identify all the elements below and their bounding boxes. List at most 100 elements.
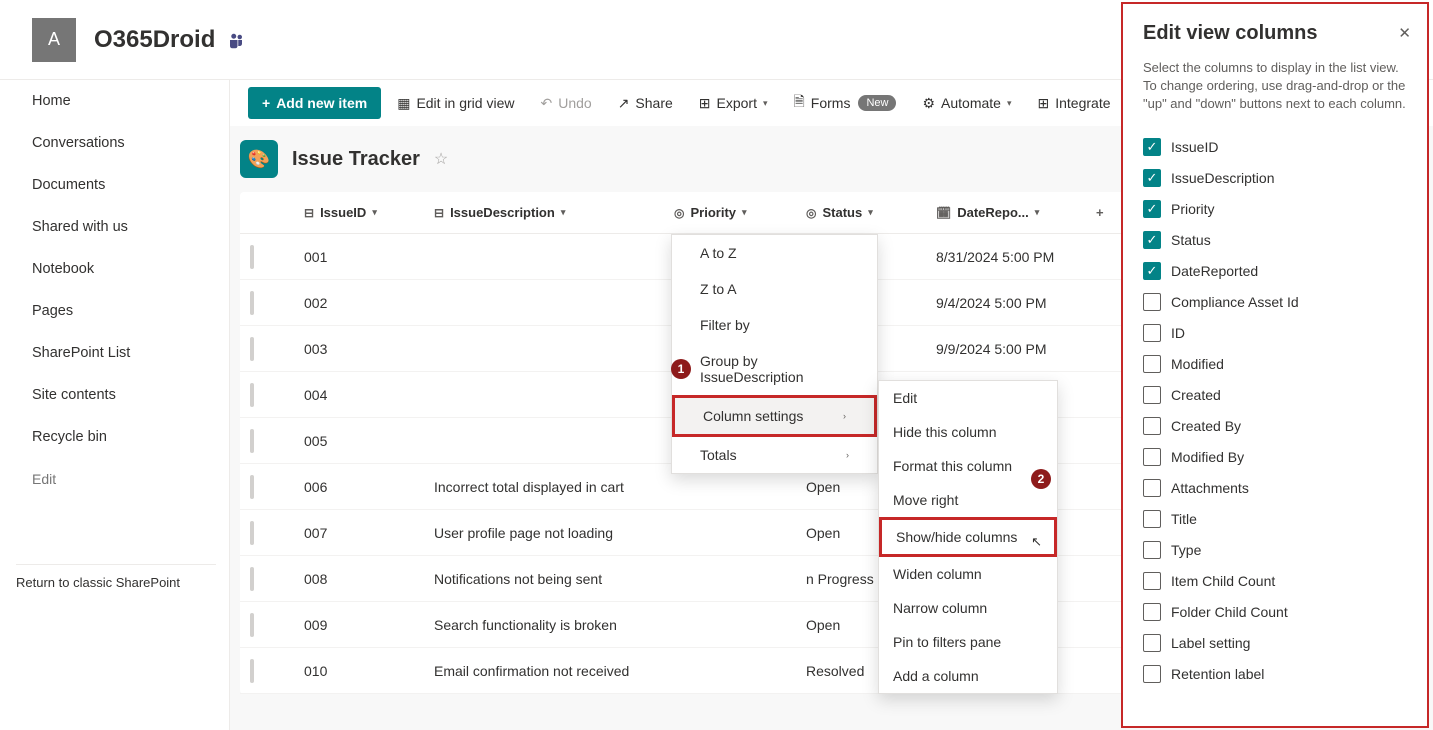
cell-description: Notifications not being sent [424, 571, 664, 587]
column-option-retention-label[interactable]: Retention label [1143, 659, 1407, 690]
nav-item-site-contents[interactable]: Site contents [0, 374, 229, 416]
plus-icon: + [262, 95, 270, 111]
checkbox-icon[interactable]: ✓ [1143, 231, 1161, 249]
share-icon: ↗ [618, 95, 630, 112]
column-settings[interactable]: Column settings › [672, 395, 877, 437]
cell-issueid: 007 [294, 525, 424, 541]
row-handle[interactable] [250, 245, 254, 269]
nav-item-notebook[interactable]: Notebook [0, 248, 229, 290]
totals[interactable]: Totals › [672, 437, 877, 473]
edit-grid-button[interactable]: ▦ Edit in grid view [387, 89, 524, 118]
checkbox-icon[interactable] [1143, 541, 1161, 559]
column-option-type[interactable]: Type [1143, 535, 1407, 566]
column-header-issueid[interactable]: ⊟ IssueID ▾ [294, 205, 424, 220]
add-column-button[interactable]: + [1086, 205, 1126, 220]
return-classic-link[interactable]: Return to classic SharePoint [16, 564, 216, 590]
submenu-add-column[interactable]: Add a column [879, 659, 1057, 693]
row-handle[interactable] [250, 567, 254, 591]
column-option-modified[interactable]: Modified [1143, 349, 1407, 380]
column-option-folder-child-count[interactable]: Folder Child Count [1143, 597, 1407, 628]
column-option-label: Attachments [1171, 480, 1249, 496]
checkbox-icon[interactable] [1143, 572, 1161, 590]
add-new-item-button[interactable]: + Add new item [248, 87, 381, 119]
share-button[interactable]: ↗ Share [608, 89, 683, 118]
nav-item-documents[interactable]: Documents [0, 164, 229, 206]
checkbox-icon[interactable] [1143, 386, 1161, 404]
column-option-item-child-count[interactable]: Item Child Count [1143, 566, 1407, 597]
checkbox-icon[interactable] [1143, 665, 1161, 683]
close-icon[interactable]: ✕ [1398, 24, 1411, 42]
column-header-date[interactable]: 🗓 DateRepo... ▾ [926, 205, 1086, 220]
nav-item-pages[interactable]: Pages [0, 290, 229, 332]
group-by[interactable]: 1 Group by IssueDescription [672, 343, 877, 395]
submenu-edit[interactable]: Edit [879, 381, 1057, 415]
sort-atoz[interactable]: A to Z [672, 235, 877, 271]
column-option-issuedescription[interactable]: ✓IssueDescription [1143, 163, 1407, 194]
nav-edit[interactable]: Edit [0, 458, 229, 500]
column-option-priority[interactable]: ✓ Priority [1143, 194, 1407, 225]
row-handle[interactable] [250, 659, 254, 683]
row-handle[interactable] [250, 521, 254, 545]
filter-by[interactable]: Filter by [672, 307, 877, 343]
column-option-compliance-asset-id[interactable]: Compliance Asset Id [1143, 287, 1407, 318]
checkbox-icon[interactable] [1143, 510, 1161, 528]
nav-item-recycle-bin[interactable]: Recycle bin [0, 416, 229, 458]
column-option-title[interactable]: Title [1143, 504, 1407, 535]
site-title[interactable]: O365Droid [94, 26, 215, 54]
checkbox-icon[interactable] [1143, 355, 1161, 373]
column-option-label-setting[interactable]: Label setting [1143, 628, 1407, 659]
export-button[interactable]: ⊞ Export ▾ [689, 89, 778, 118]
submenu-move-right[interactable]: Move right 2 [879, 483, 1057, 517]
column-option-issueid[interactable]: ✓IssueID [1143, 132, 1407, 163]
checkbox-icon[interactable]: ✓ [1143, 138, 1161, 156]
automate-button[interactable]: ⚙ Automate ▾ [912, 89, 1021, 118]
column-option-label: Priority [1171, 201, 1215, 217]
submenu-narrow-column[interactable]: Narrow column [879, 591, 1057, 625]
checkbox-icon[interactable] [1143, 479, 1161, 497]
showhide-label: Show/hide columns [896, 529, 1017, 545]
column-option-id[interactable]: ID [1143, 318, 1407, 349]
row-handle[interactable] [250, 291, 254, 315]
column-option-created-by[interactable]: Created By [1143, 411, 1407, 442]
checkbox-icon[interactable] [1143, 324, 1161, 342]
teams-icon[interactable] [227, 31, 245, 49]
submenu-pin-filters[interactable]: Pin to filters pane [879, 625, 1057, 659]
undo-button[interactable]: ↶ Undo [530, 89, 601, 118]
nav-item-shared-with-us[interactable]: Shared with us [0, 206, 229, 248]
nav-item-sharepoint-list[interactable]: SharePoint List [0, 332, 229, 374]
checkbox-icon[interactable]: ✓ [1143, 200, 1161, 218]
column-header-status[interactable]: ◎ Status ▾ [796, 205, 926, 220]
row-handle[interactable] [250, 337, 254, 361]
row-handle[interactable] [250, 383, 254, 407]
checkbox-icon[interactable] [1143, 417, 1161, 435]
row-handle[interactable] [250, 429, 254, 453]
nav-item-conversations[interactable]: Conversations [0, 122, 229, 164]
submenu-hide-column[interactable]: Hide this column [879, 415, 1057, 449]
row-handle[interactable] [250, 613, 254, 637]
column-option-datereported[interactable]: ✓DateReported [1143, 256, 1407, 287]
checkbox-icon[interactable]: ✓ [1143, 169, 1161, 187]
submenu-show-hide-columns[interactable]: Show/hide columns ↖ [879, 517, 1057, 557]
checkbox-icon[interactable] [1143, 634, 1161, 652]
column-option-created[interactable]: Created [1143, 380, 1407, 411]
checkbox-icon[interactable] [1143, 448, 1161, 466]
row-handle[interactable] [250, 475, 254, 499]
checkbox-icon[interactable] [1143, 293, 1161, 311]
column-option-modified-by[interactable]: Modified By [1143, 442, 1407, 473]
submenu-widen-column[interactable]: Widen column [879, 557, 1057, 591]
checkbox-icon[interactable]: ✓ [1143, 262, 1161, 280]
column-header-description[interactable]: ⊟ IssueDescription ▾ [424, 205, 664, 220]
column-option-label: Status [1171, 232, 1211, 248]
grid-icon: ▦ [397, 95, 410, 112]
chevron-down-icon: ▾ [742, 207, 747, 218]
forms-button[interactable]: 🗎 Forms New [784, 85, 907, 121]
column-option-attachments[interactable]: Attachments [1143, 473, 1407, 504]
column-option-status[interactable]: ✓ Status [1143, 225, 1407, 256]
integrate-button[interactable]: ⊞ Integrate [1028, 89, 1121, 118]
checkbox-icon[interactable] [1143, 603, 1161, 621]
sort-ztoa[interactable]: Z to A [672, 271, 877, 307]
column-header-priority[interactable]: ◎ Priority ▾ [664, 205, 796, 220]
nav-item-home[interactable]: Home [0, 80, 229, 122]
favorite-star-icon[interactable]: ☆ [434, 149, 448, 169]
share-label: Share [635, 95, 672, 111]
